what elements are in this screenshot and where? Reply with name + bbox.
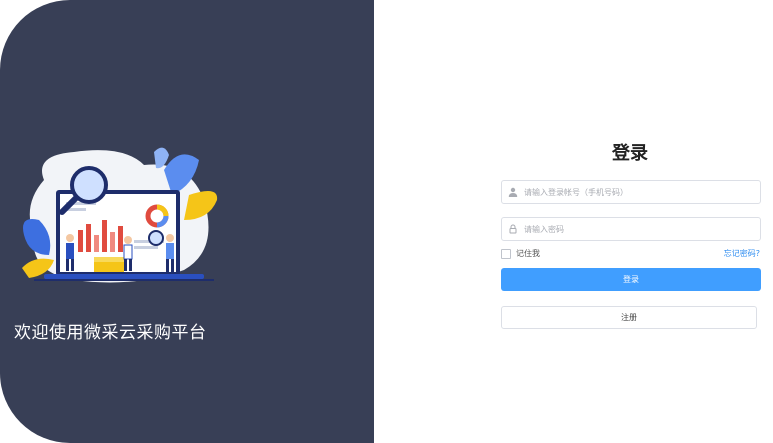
- remember-checkbox[interactable]: [501, 248, 511, 259]
- left-panel: 欢迎使用微采云采购平台: [0, 0, 374, 443]
- welcome-text: 欢迎使用微采云采购平台: [14, 323, 207, 343]
- remember-label: 记住我: [516, 249, 540, 258]
- password-field[interactable]: [501, 217, 761, 241]
- login-title: 登录: [612, 143, 648, 164]
- remember-me[interactable]: 记住我: [501, 248, 540, 259]
- forgot-password-link[interactable]: 忘记密码?: [724, 248, 760, 259]
- register-button[interactable]: 注册: [501, 306, 757, 329]
- data-analysis-illustration: [22, 147, 218, 283]
- user-icon: [502, 187, 524, 197]
- password-input[interactable]: [524, 218, 760, 240]
- lock-icon: [502, 224, 524, 234]
- account-field[interactable]: [501, 180, 761, 204]
- login-button[interactable]: 登录: [501, 268, 761, 291]
- account-input[interactable]: [524, 181, 760, 203]
